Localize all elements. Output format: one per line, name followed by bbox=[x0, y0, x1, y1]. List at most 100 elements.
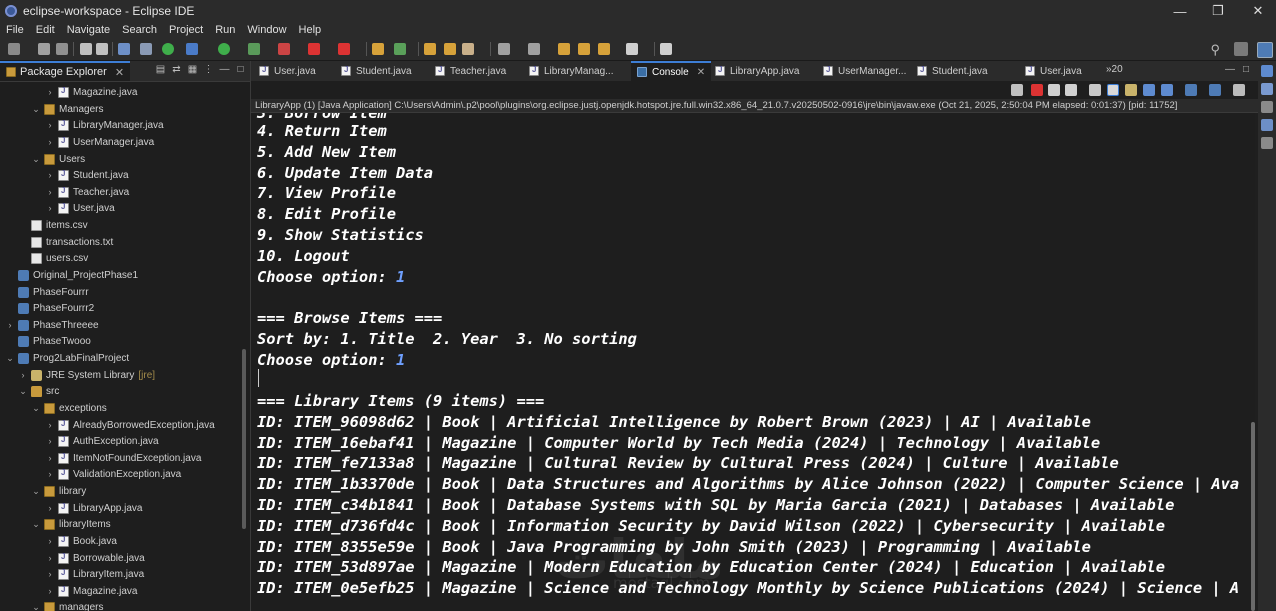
menu-help[interactable]: Help bbox=[293, 22, 328, 38]
menu-edit[interactable]: Edit bbox=[30, 22, 61, 38]
collapse-icon[interactable]: ⌄ bbox=[31, 403, 41, 414]
tab-user-java[interactable]: User.java bbox=[259, 61, 316, 81]
tree-item[interactable]: › Book.java bbox=[45, 533, 117, 549]
tree-item[interactable]: ⌄ library bbox=[31, 483, 86, 499]
expand-icon[interactable]: › bbox=[45, 187, 55, 197]
tree-item[interactable]: › User.java bbox=[45, 200, 115, 216]
expand-icon[interactable]: › bbox=[18, 370, 28, 380]
collapse-all-icon[interactable]: ▤ bbox=[155, 64, 166, 75]
search-icon[interactable]: ⚲ bbox=[1210, 42, 1220, 58]
tree-item[interactable]: › Magazine.java bbox=[45, 583, 137, 599]
expand-icon[interactable]: › bbox=[45, 553, 55, 563]
tab-user-java-2[interactable]: User.java bbox=[1025, 61, 1082, 81]
expand-icon[interactable]: › bbox=[45, 586, 55, 596]
tree-item[interactable]: › ValidationException.java bbox=[45, 466, 181, 482]
tab-console[interactable]: Console ✕ bbox=[631, 61, 712, 81]
new-java-project-icon[interactable] bbox=[372, 43, 384, 55]
scrollbar-thumb[interactable] bbox=[1251, 422, 1255, 611]
annotation-icon[interactable] bbox=[498, 43, 510, 55]
link-editor-icon[interactable]: ⇄ bbox=[171, 64, 182, 75]
tab-student-java-2[interactable]: Student.java bbox=[917, 61, 988, 81]
save-icon[interactable] bbox=[38, 43, 50, 55]
java-perspective-icon[interactable] bbox=[1257, 42, 1273, 58]
tree-item[interactable]: ⌄ Managers bbox=[31, 101, 103, 117]
display-console-icon[interactable] bbox=[1185, 84, 1197, 96]
minimize-editor-icon[interactable]: — bbox=[1225, 64, 1235, 75]
terminate-icon[interactable] bbox=[1031, 84, 1043, 96]
expand-icon[interactable]: › bbox=[45, 503, 55, 513]
open-type-icon[interactable] bbox=[424, 43, 436, 55]
tree-item[interactable]: › Borrowable.java bbox=[45, 550, 145, 566]
tree-item[interactable]: › JRE System Library [jre] bbox=[18, 367, 155, 383]
outline-view-icon[interactable] bbox=[1261, 65, 1273, 77]
tree-item[interactable]: › LibraryItem.java bbox=[45, 566, 144, 582]
expand-icon[interactable]: › bbox=[45, 203, 55, 213]
focus-icon[interactable]: ▦ bbox=[187, 64, 198, 75]
close-tab-icon[interactable]: ✕ bbox=[115, 66, 124, 79]
task-list-icon[interactable] bbox=[1261, 83, 1273, 95]
tree-item[interactable]: › Magazine.java bbox=[45, 84, 137, 100]
maximize-button[interactable]: ❐ bbox=[1200, 0, 1236, 22]
run-last-icon[interactable] bbox=[248, 43, 260, 55]
menu-window[interactable]: Window bbox=[241, 22, 292, 38]
tab-package-explorer[interactable]: Package Explorer ✕ bbox=[0, 61, 131, 81]
tree-item[interactable]: › AuthException.java bbox=[45, 433, 159, 449]
expand-icon[interactable]: › bbox=[45, 420, 55, 430]
collapse-icon[interactable]: ⌄ bbox=[18, 386, 28, 397]
tree-item[interactable]: › LibraryManager.java bbox=[45, 117, 164, 133]
terminal-icon[interactable] bbox=[118, 43, 130, 55]
tree-item[interactable]: ⌄ managers bbox=[31, 599, 103, 611]
new-class-icon[interactable] bbox=[394, 43, 406, 55]
tree-item[interactable]: items.csv bbox=[18, 217, 88, 233]
stop-icon[interactable] bbox=[308, 43, 320, 55]
tree-item[interactable]: ⌄ src bbox=[18, 383, 59, 399]
minimize-view-icon[interactable]: — bbox=[219, 64, 230, 75]
tab-librarymanager-java[interactable]: LibraryManag... bbox=[529, 61, 613, 81]
maximize-editor-icon[interactable]: □ bbox=[1243, 64, 1249, 75]
new-icon[interactable] bbox=[8, 43, 20, 55]
pin-console-icon[interactable] bbox=[1011, 84, 1023, 96]
back-arrow-icon[interactable] bbox=[598, 43, 610, 55]
tab-student-java[interactable]: Student.java bbox=[341, 61, 412, 81]
skip-breakpoints-icon[interactable] bbox=[140, 43, 152, 55]
expand-icon[interactable]: › bbox=[45, 170, 55, 180]
show-on-output-icon[interactable] bbox=[1143, 84, 1155, 96]
package-explorer-scrollbar[interactable] bbox=[242, 349, 246, 529]
expand-icon[interactable]: › bbox=[45, 137, 55, 147]
tab-teacher-java[interactable]: Teacher.java bbox=[435, 61, 506, 81]
tree-item[interactable]: › UserManager.java bbox=[45, 134, 154, 150]
minimize-button[interactable]: — bbox=[1162, 0, 1198, 22]
clear-console-icon[interactable] bbox=[1089, 84, 1101, 96]
pen-icon[interactable] bbox=[462, 43, 474, 55]
tree-item[interactable]: PhaseFourrr bbox=[5, 284, 89, 300]
remove-all-launches-icon[interactable] bbox=[1065, 84, 1077, 96]
close-button[interactable]: ✕ bbox=[1240, 0, 1276, 22]
menu-project[interactable]: Project bbox=[163, 22, 209, 38]
menu-search[interactable]: Search bbox=[116, 22, 163, 38]
expand-icon[interactable]: › bbox=[45, 87, 55, 97]
expand-icon[interactable]: › bbox=[45, 536, 55, 546]
tree-item[interactable]: › LibraryApp.java bbox=[45, 500, 142, 516]
close-tab-icon[interactable]: ✕ bbox=[697, 67, 705, 78]
expand-icon[interactable]: › bbox=[45, 569, 55, 579]
next-annotation-icon[interactable] bbox=[528, 43, 540, 55]
debug-icon[interactable] bbox=[162, 43, 174, 55]
run-icon[interactable] bbox=[218, 43, 230, 55]
redo-icon[interactable] bbox=[96, 43, 108, 55]
tree-item[interactable]: › Teacher.java bbox=[45, 184, 129, 200]
tree-item[interactable]: ⌄ exceptions bbox=[31, 400, 107, 416]
tree-item[interactable]: users.csv bbox=[18, 250, 88, 266]
collapse-icon[interactable]: ⌄ bbox=[31, 519, 41, 530]
console-scrollbar[interactable] bbox=[1251, 113, 1255, 611]
declaration-icon[interactable] bbox=[1261, 137, 1273, 149]
save-all-icon[interactable] bbox=[56, 43, 68, 55]
tree-item[interactable]: ⌄ Prog2LabFinalProject bbox=[5, 350, 129, 366]
scroll-lock-icon[interactable] bbox=[1107, 84, 1119, 96]
tree-item[interactable]: › PhaseThreeee bbox=[5, 317, 99, 333]
tree-item[interactable]: › Student.java bbox=[45, 167, 129, 183]
tree-item[interactable]: Original_ProjectPhase1 bbox=[5, 267, 138, 283]
tab-usermanager-java[interactable]: UserManager... bbox=[823, 61, 906, 81]
tree-item[interactable]: PhaseFourrr2 bbox=[5, 300, 94, 316]
tree-item[interactable]: ⌄ libraryItems bbox=[31, 516, 111, 532]
collapse-icon[interactable]: ⌄ bbox=[31, 104, 41, 115]
